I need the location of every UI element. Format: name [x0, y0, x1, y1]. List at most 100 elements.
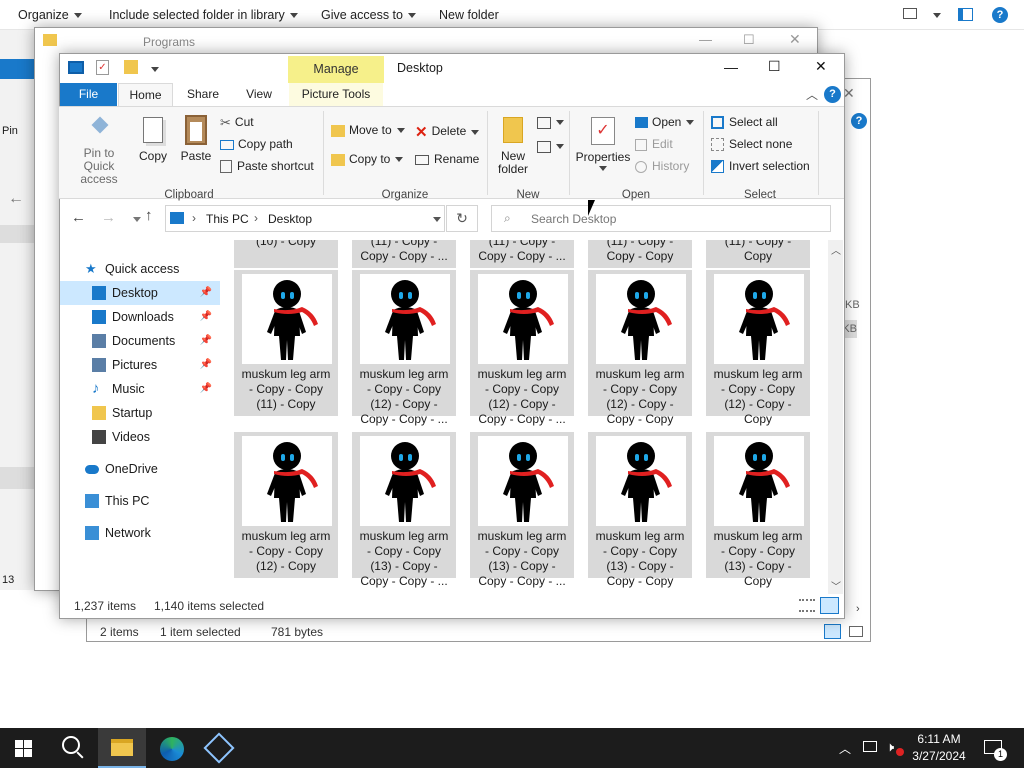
new-folder-button[interactable]: New folder: [495, 117, 531, 176]
file-explorer-taskbar-button[interactable]: [98, 728, 146, 768]
sidebar-item-desktop[interactable]: Desktop 📌: [60, 281, 220, 305]
file-item[interactable]: (10) - Copy: [234, 240, 338, 268]
sidebar-item-pictures[interactable]: Pictures 📌: [60, 353, 220, 377]
virtualbox-icon[interactable]: [203, 732, 235, 764]
edit-button[interactable]: Edit: [635, 137, 673, 151]
close-button[interactable]: ✕: [815, 58, 827, 75]
volume-muted-icon[interactable]: 🕨: [886, 739, 894, 755]
invert-selection-button[interactable]: Invert selection: [711, 159, 810, 174]
bg2-details-view-icon[interactable]: [824, 624, 841, 639]
file-item[interactable]: muskum leg arm - Copy - Copy (12) - Copy -…: [352, 270, 456, 426]
collapse-ribbon-icon[interactable]: ︿: [806, 86, 818, 103]
breadcrumb-this-pc[interactable]: This PC: [206, 212, 249, 226]
forward-button[interactable]: →: [101, 209, 116, 226]
open-button[interactable]: Open: [635, 115, 695, 129]
preview-pane-icon[interactable]: [958, 8, 973, 21]
edge-browser-icon[interactable]: [160, 737, 184, 761]
maximize-button[interactable]: ☐: [768, 58, 781, 75]
pin-icon[interactable]: 📌: [200, 305, 212, 329]
paste-button[interactable]: Paste: [180, 115, 212, 163]
recent-locations-dropdown[interactable]: [133, 217, 141, 222]
select-none-button[interactable]: Select none: [711, 137, 792, 152]
copy-to-button[interactable]: Copy to: [331, 152, 404, 166]
move-to-button[interactable]: Move to: [331, 123, 405, 137]
cut-button[interactable]: ✂ Cut: [220, 115, 254, 131]
properties-quick-icon[interactable]: ✓: [96, 60, 109, 75]
help-icon[interactable]: ?: [992, 7, 1008, 23]
file-item[interactable]: (11) - Copy - Copy - Copy - ...: [470, 240, 574, 268]
pin-icon[interactable]: 📌: [200, 377, 212, 401]
file-item[interactable]: muskum leg arm - Copy - Copy (13) - Copy -…: [470, 432, 574, 588]
sidebar-item-onedrive[interactable]: OneDrive: [60, 457, 220, 481]
bg2-help-icon[interactable]: ?: [851, 113, 867, 129]
search-box[interactable]: ⌕ Search Desktop: [491, 205, 831, 232]
copy-path-button[interactable]: Copy path: [220, 137, 293, 151]
sidebar-item-startup[interactable]: Startup: [60, 401, 220, 425]
history-button[interactable]: History: [635, 159, 689, 173]
details-view-button[interactable]: [799, 599, 815, 612]
easy-access-button[interactable]: [537, 139, 564, 153]
file-item[interactable]: muskum leg arm - Copy - Copy (12) - Copy: [234, 432, 338, 578]
sidebar-item-music[interactable]: ♪ Music 📌: [60, 377, 220, 401]
back-button[interactable]: ←: [71, 209, 86, 226]
pin-icon[interactable]: 📌: [200, 329, 212, 353]
sidebar-item-downloads[interactable]: Downloads 📌: [60, 305, 220, 329]
file-item[interactable]: muskum leg arm - Copy - Copy (13) - Copy -…: [706, 432, 810, 588]
give-access-menu[interactable]: Give access to: [321, 8, 416, 22]
show-hidden-icons[interactable]: ︿: [839, 740, 851, 757]
file-item[interactable]: muskum leg arm - Copy - Copy (12) - Copy -…: [706, 270, 810, 426]
scroll-down-icon[interactable]: ﹀: [831, 578, 841, 593]
start-button-icon[interactable]: [15, 740, 32, 757]
file-item[interactable]: muskum leg arm - Copy - Copy (13) - Copy -…: [588, 432, 692, 588]
clock-date[interactable]: 3/27/2024: [908, 749, 970, 763]
programs-close[interactable]: ✕: [789, 31, 801, 48]
scroll-right-icon[interactable]: ›: [856, 603, 860, 615]
new-item-button[interactable]: [537, 115, 564, 129]
properties-button[interactable]: ✓ Properties: [575, 117, 631, 171]
tab-picture-tools[interactable]: Picture Tools: [289, 83, 383, 106]
programs-minimize[interactable]: —: [699, 32, 712, 47]
vertical-scrollbar[interactable]: ︿ ﹀: [828, 240, 843, 594]
clock-time[interactable]: 6:11 AM: [912, 732, 966, 746]
file-item[interactable]: (11) - Copy - Copy - Copy: [588, 240, 692, 268]
sidebar-item-quick-access[interactable]: ★ Quick access: [60, 257, 220, 281]
pin-icon[interactable]: 📌: [200, 353, 212, 377]
new-folder-quick-icon[interactable]: [124, 60, 138, 74]
sidebar-item-documents[interactable]: Documents 📌: [60, 329, 220, 353]
file-item[interactable]: (11) - Copy - Copy: [706, 240, 810, 268]
select-all-button[interactable]: Select all: [711, 115, 778, 130]
network-tray-icon[interactable]: [863, 741, 877, 752]
file-item[interactable]: muskum leg arm - Copy - Copy (13) - Copy -…: [352, 432, 456, 588]
view-options-icon[interactable]: [903, 8, 917, 19]
up-button[interactable]: ↑: [145, 207, 153, 224]
new-folder-button[interactable]: New folder: [439, 8, 499, 22]
minimize-button[interactable]: —: [724, 59, 738, 75]
quick-access-toolbar-dropdown[interactable]: [151, 67, 159, 72]
programs-maximize[interactable]: ☐: [743, 32, 755, 48]
delete-button[interactable]: ✕ Delete: [415, 123, 480, 141]
rename-button[interactable]: Rename: [415, 152, 479, 166]
file-item[interactable]: muskum leg arm - Copy - Copy (12) - Copy -…: [588, 270, 692, 426]
file-item[interactable]: muskum leg arm - Copy - Copy (12) - Copy -…: [470, 270, 574, 426]
tab-home[interactable]: Home: [118, 83, 173, 107]
tab-file[interactable]: File: [60, 83, 117, 106]
refresh-button[interactable]: ↻: [446, 205, 478, 232]
pin-to-quick-access-button[interactable]: Pin to Quick access: [67, 116, 131, 186]
organize-menu[interactable]: Organize: [18, 8, 82, 22]
copy-button[interactable]: Copy: [139, 117, 167, 163]
file-item[interactable]: muskum leg arm - Copy - Copy (11) - Copy: [234, 270, 338, 416]
bg2-tiles-view-icon[interactable]: [849, 626, 863, 637]
sidebar-item-videos[interactable]: Videos: [60, 425, 220, 449]
view-options-dropdown[interactable]: [933, 13, 941, 18]
manage-contextual-tab[interactable]: Manage: [288, 56, 384, 83]
scroll-up-icon[interactable]: ︿: [831, 242, 841, 257]
address-bar[interactable]: › This PC › Desktop: [165, 205, 445, 232]
paste-shortcut-button[interactable]: Paste shortcut: [220, 159, 314, 174]
large-icons-view-button[interactable]: [820, 597, 839, 614]
address-history-dropdown[interactable]: [433, 217, 441, 222]
include-in-library-menu[interactable]: Include selected folder in library: [109, 8, 298, 22]
tab-view[interactable]: View: [235, 83, 283, 106]
help-icon[interactable]: ?: [824, 86, 841, 103]
pin-icon[interactable]: 📌: [200, 281, 212, 305]
sidebar-item-network[interactable]: Network: [60, 521, 220, 545]
